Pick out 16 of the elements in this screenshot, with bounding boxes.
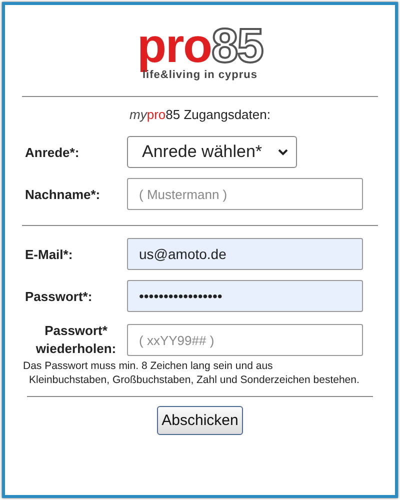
field-label: Anrede*: xyxy=(24,144,80,160)
password-hint: Das Passwort muss min. 8 Zeichen lang sein und aus Kleinbuchstaben, Großbuchstaben, Zahl und Sonderzeichen bestehen. xyxy=(23,360,360,388)
submit-button[interactable]: Abschicken xyxy=(156,406,244,435)
input-field[interactable]: ••••••••••••••••• xyxy=(127,280,363,312)
input-field[interactable]: us@amoto.de xyxy=(127,238,363,270)
logo-number: 85 xyxy=(211,20,263,73)
field-label: Passwort*: xyxy=(24,288,94,304)
caret-icon xyxy=(278,148,288,156)
input-field[interactable]: ( Mustermann ) xyxy=(127,178,363,210)
section-heading: mypro85 Zugangsdaten: xyxy=(128,107,272,122)
field-label: Passwort* wiederholen: xyxy=(34,322,118,358)
field-label: Nachname*: xyxy=(24,186,102,202)
field-label: E-Mail*: xyxy=(24,246,74,262)
salutation-dropdown[interactable]: Anrede wählen* xyxy=(127,136,297,168)
logo-brand: pro xyxy=(137,20,212,73)
input-field[interactable]: ( xxYY99## ) xyxy=(127,324,363,356)
